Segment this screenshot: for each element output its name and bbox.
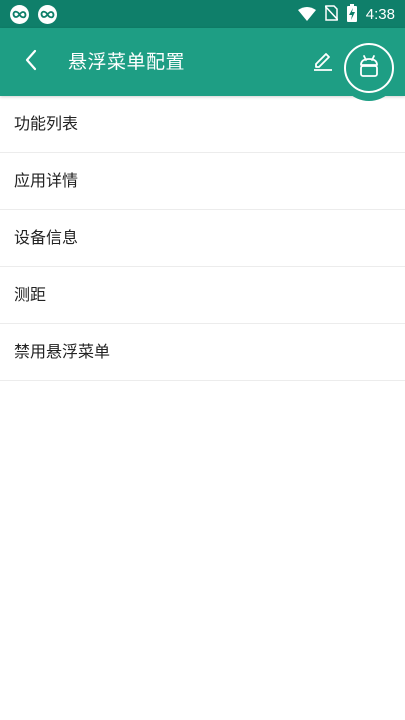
floating-menu-button[interactable] <box>338 35 400 101</box>
pencil-icon <box>312 49 334 75</box>
no-sim-icon <box>324 5 339 25</box>
menu-item-label: 应用详情 <box>14 171 79 190</box>
android-robot-icon <box>356 53 382 83</box>
menu-item-label: 功能列表 <box>14 114 79 133</box>
menu-item-function-list[interactable]: 功能列表 <box>0 96 405 153</box>
infinity-logo-icon <box>10 5 29 24</box>
edit-button[interactable] <box>309 48 337 76</box>
menu-list: 功能列表 应用详情 设备信息 测距 禁用悬浮菜单 <box>0 96 405 381</box>
menu-item-disable-floating-menu[interactable]: 禁用悬浮菜单 <box>0 324 405 381</box>
status-time: 4:38 <box>365 6 395 23</box>
menu-item-device-info[interactable]: 设备信息 <box>0 210 405 267</box>
menu-item-label: 测距 <box>14 285 47 304</box>
menu-item-ranging[interactable]: 测距 <box>0 267 405 324</box>
menu-item-label: 禁用悬浮菜单 <box>14 342 111 361</box>
back-button[interactable] <box>14 45 48 79</box>
floating-menu-ring <box>344 43 394 93</box>
notification-icons <box>10 5 57 24</box>
infinity-logo-icon <box>38 5 57 24</box>
system-status: 4:38 <box>297 4 395 26</box>
page-title: 悬浮菜单配置 <box>68 51 186 73</box>
menu-item-app-details[interactable]: 应用详情 <box>0 153 405 210</box>
battery-charging-icon <box>346 4 357 26</box>
status-bar: 4:38 <box>0 0 405 28</box>
menu-item-label: 设备信息 <box>14 228 79 247</box>
back-arrow-icon <box>24 49 38 75</box>
wifi-icon <box>297 6 316 25</box>
